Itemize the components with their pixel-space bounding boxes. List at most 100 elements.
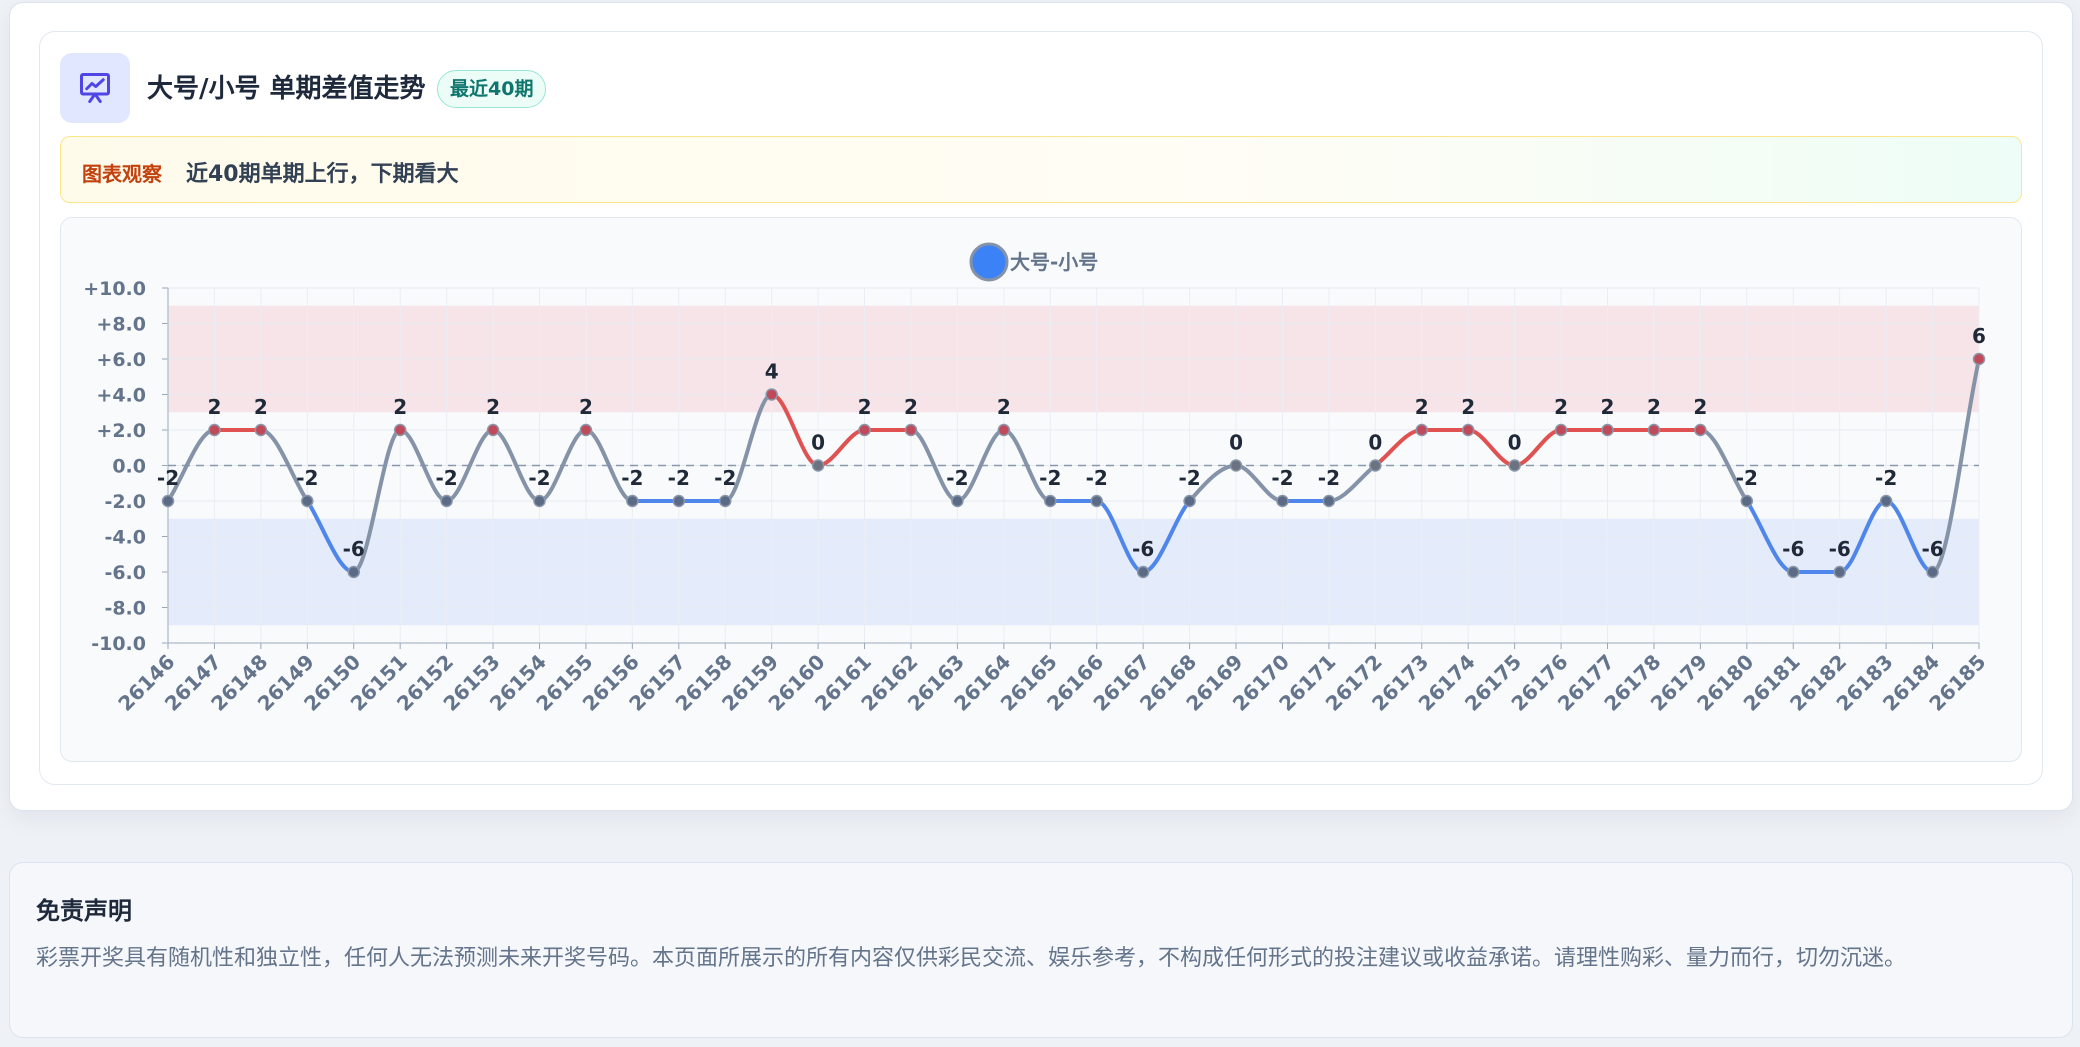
data-label: -6 bbox=[1921, 537, 1943, 561]
observation-label: 图表观察 bbox=[82, 162, 162, 186]
chart-panel: +10.0 +8.0 +6.0 +4.0 +2.0 0.0 -2.0 -4.0 -6.0 -8.0… bbox=[60, 217, 2022, 762]
data-label: 2 bbox=[858, 395, 872, 419]
series-line-segment bbox=[1373, 428, 1424, 468]
data-label: -2 bbox=[1736, 466, 1758, 490]
chart-title: 大号/小号 单期差值走势 bbox=[147, 74, 426, 104]
data-label: 0 bbox=[1508, 431, 1522, 455]
data-point bbox=[1136, 565, 1150, 579]
data-point bbox=[1694, 423, 1707, 437]
data-label: -2 bbox=[1318, 466, 1340, 490]
data-label: -2 bbox=[296, 466, 318, 490]
data-label: -2 bbox=[668, 466, 690, 490]
data-point bbox=[486, 423, 500, 437]
observation-text: 近40期单期上行，下期看大 bbox=[186, 162, 459, 187]
data-label: 2 bbox=[486, 395, 500, 419]
data-label: -6 bbox=[1829, 537, 1851, 561]
observation-banner: 图表观察 近40期单期上行，下期看大 bbox=[60, 136, 2022, 203]
data-point bbox=[533, 494, 546, 508]
data-label: 0 bbox=[811, 431, 825, 455]
data-point bbox=[1554, 423, 1568, 437]
data-label: -6 bbox=[1782, 537, 1804, 561]
data-point bbox=[1740, 494, 1754, 508]
disclaimer-panel: 免责声明 彩票开奖具有随机性和独立性，任何人无法预测未来开奖号码。本页面所展示的… bbox=[9, 862, 2073, 1038]
data-label: 2 bbox=[393, 395, 407, 419]
data-label: 2 bbox=[254, 395, 268, 419]
data-point bbox=[1601, 423, 1614, 437]
data-label: -2 bbox=[1039, 466, 1061, 490]
data-point bbox=[1369, 459, 1382, 472]
data-point bbox=[254, 423, 268, 437]
data-point bbox=[440, 494, 453, 508]
data-label: -2 bbox=[946, 466, 968, 490]
legend-label: 大号-小号 bbox=[1010, 250, 1098, 274]
data-label: -2 bbox=[1086, 466, 1108, 490]
data-point bbox=[718, 494, 732, 508]
data-label: 2 bbox=[1461, 395, 1475, 419]
data-label: 0 bbox=[1368, 431, 1382, 455]
period-badge: 最近40期 bbox=[437, 70, 547, 108]
data-point bbox=[858, 423, 871, 437]
data-point bbox=[1276, 494, 1289, 508]
data-label: -2 bbox=[1178, 466, 1200, 490]
data-point bbox=[208, 423, 221, 437]
data-point bbox=[1787, 565, 1800, 579]
y-tick-label: -8.0 bbox=[104, 598, 146, 620]
data-point bbox=[1647, 423, 1661, 437]
data-point bbox=[626, 494, 639, 508]
data-label: -2 bbox=[1271, 466, 1293, 490]
data-point bbox=[811, 459, 825, 472]
data-point bbox=[672, 494, 686, 508]
data-label: 6 bbox=[1972, 324, 1986, 348]
data-point bbox=[579, 423, 593, 437]
y-tick-label: -2.0 bbox=[104, 491, 146, 513]
presentation-chart-icon bbox=[60, 53, 130, 123]
data-point bbox=[1926, 565, 1939, 579]
data-label: 0 bbox=[1229, 431, 1243, 455]
data-label: 2 bbox=[997, 395, 1011, 419]
disclaimer-title: 免责声明 bbox=[36, 897, 132, 925]
data-point bbox=[1044, 494, 1057, 508]
data-point bbox=[997, 423, 1011, 437]
y-tick-label: -10.0 bbox=[91, 633, 146, 655]
data-point bbox=[1461, 423, 1475, 437]
y-tick-label: 0.0 bbox=[112, 456, 146, 478]
legend-marker bbox=[969, 242, 1009, 282]
data-point bbox=[1972, 352, 1986, 366]
data-point bbox=[765, 388, 778, 401]
data-point bbox=[1183, 494, 1196, 508]
y-tick-label: -4.0 bbox=[104, 527, 146, 549]
data-point bbox=[1879, 494, 1893, 508]
y-tick-label: +8.0 bbox=[96, 314, 146, 336]
trend-card: 大号/小号 单期差值走势 最近40期 图表观察 近40期单期上行，下期看大 +1… bbox=[9, 2, 2073, 811]
data-point bbox=[1090, 494, 1103, 508]
y-tick-label: -6.0 bbox=[104, 562, 146, 584]
data-label: -2 bbox=[714, 466, 736, 490]
data-point bbox=[347, 565, 360, 579]
line-chart: +10.0 +8.0 +6.0 +4.0 +2.0 0.0 -2.0 -4.0 -6.0 -8.0… bbox=[83, 242, 1991, 716]
data-point bbox=[904, 423, 918, 437]
data-label: -2 bbox=[621, 466, 643, 490]
data-label: 4 bbox=[765, 360, 779, 384]
data-label: -2 bbox=[436, 466, 458, 490]
data-label: 2 bbox=[579, 395, 593, 419]
data-point bbox=[393, 423, 407, 437]
data-point bbox=[1415, 423, 1429, 437]
data-point bbox=[1229, 459, 1243, 472]
data-point bbox=[301, 494, 314, 508]
data-label: 2 bbox=[207, 395, 221, 419]
data-label: 2 bbox=[1647, 395, 1661, 419]
data-label: 2 bbox=[1415, 395, 1429, 419]
data-label: -2 bbox=[528, 466, 550, 490]
data-label: -2 bbox=[1875, 466, 1897, 490]
data-label: 2 bbox=[1601, 395, 1615, 419]
data-label: 2 bbox=[1693, 395, 1707, 419]
data-point bbox=[161, 494, 175, 508]
y-tick-label: +4.0 bbox=[96, 385, 146, 407]
chart-card: 大号/小号 单期差值走势 最近40期 图表观察 近40期单期上行，下期看大 +1… bbox=[39, 31, 2043, 785]
data-point bbox=[1508, 459, 1521, 472]
data-label: -6 bbox=[343, 537, 365, 561]
data-label: -2 bbox=[157, 466, 179, 490]
y-tick-label: +2.0 bbox=[96, 420, 146, 442]
y-tick-label: +6.0 bbox=[96, 349, 146, 371]
data-label: 2 bbox=[904, 395, 918, 419]
